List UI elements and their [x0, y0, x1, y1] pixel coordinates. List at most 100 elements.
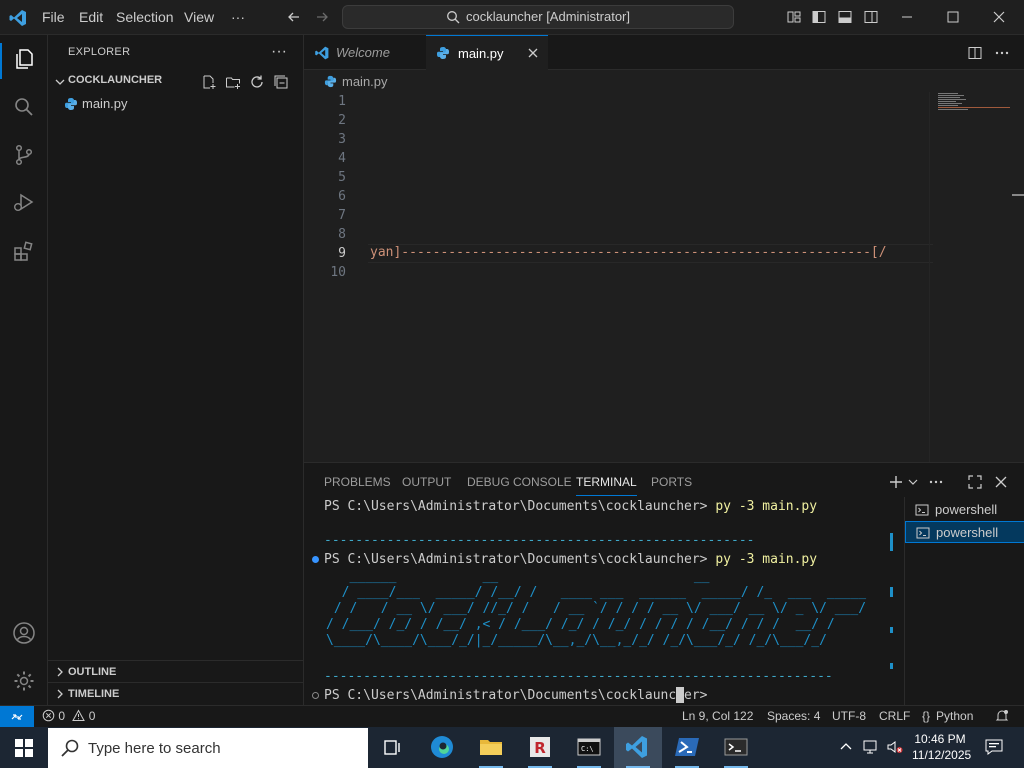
- volume-muted-icon[interactable]: [886, 739, 904, 755]
- close-window-icon[interactable]: [990, 8, 1008, 26]
- customize-layout-icon[interactable]: [786, 9, 802, 25]
- forward-arrow-icon[interactable]: [314, 9, 330, 25]
- terminal-scrollbar[interactable]: [889, 503, 895, 703]
- tab-label: main.py: [458, 46, 504, 61]
- terminal-item[interactable]: powershell: [905, 499, 1024, 521]
- refresh-icon[interactable]: [249, 74, 265, 90]
- problems-indicator[interactable]: 0 0: [42, 709, 95, 723]
- code-editor[interactable]: 1 2 3 4 5 6 7 8 9 10 yan]---------------…: [304, 92, 1024, 462]
- sidebar-more-button[interactable]: ···: [271, 43, 287, 61]
- menu-more[interactable]: ···: [231, 9, 245, 25]
- new-terminal-icon[interactable]: [888, 474, 904, 490]
- end-of-line[interactable]: CRLF: [879, 709, 910, 723]
- terminal-item-selected[interactable]: powershell: [905, 521, 1024, 543]
- minimize-icon[interactable]: [898, 8, 916, 26]
- chevron-down-icon[interactable]: [905, 474, 921, 490]
- tab-ports[interactable]: PORTS: [651, 475, 692, 489]
- vscode-app[interactable]: [614, 727, 662, 768]
- split-editor-icon[interactable]: [967, 45, 983, 61]
- outline-section[interactable]: OUTLINE: [48, 660, 304, 682]
- indentation[interactable]: Spaces: 4: [767, 709, 820, 723]
- activity-source-control[interactable]: [0, 135, 48, 175]
- files-icon: [16, 49, 33, 69]
- action-center-icon[interactable]: [984, 737, 1004, 757]
- roblox-app[interactable]: R: [516, 727, 564, 768]
- line-number: 10: [330, 265, 346, 280]
- chevron-right-icon: [57, 667, 63, 677]
- close-panel-icon[interactable]: [993, 474, 1009, 490]
- command-center[interactable]: cocklauncher [Administrator]: [342, 5, 734, 29]
- tab-debug-console[interactable]: DEBUG CONSOLE: [467, 475, 572, 489]
- notifications-icon[interactable]: [995, 709, 1009, 723]
- bottom-panel: PROBLEMS OUTPUT DEBUG CONSOLE TERMINAL P…: [304, 462, 1024, 706]
- activity-accounts[interactable]: [0, 613, 48, 653]
- more-actions-icon[interactable]: [928, 474, 944, 490]
- edge-app[interactable]: [418, 727, 466, 768]
- tab-main-py[interactable]: main.py: [426, 35, 548, 71]
- run-debug-icon: [14, 193, 34, 211]
- edge-icon: [431, 736, 453, 758]
- chevron-down-icon: [55, 79, 65, 85]
- start-button[interactable]: [0, 727, 48, 768]
- editor-scrollbar[interactable]: [1010, 92, 1024, 462]
- remote-indicator[interactable]: [0, 706, 34, 728]
- close-icon[interactable]: [526, 46, 540, 60]
- cursor-position[interactable]: Ln 9, Col 122: [682, 709, 753, 723]
- activity-manage[interactable]: [0, 661, 48, 701]
- terminal-icon: [915, 504, 929, 516]
- tab-output[interactable]: OUTPUT: [402, 475, 451, 489]
- activity-extensions[interactable]: [0, 231, 48, 271]
- status-bar: 0 0 Ln 9, Col 122 Spaces: 4 UTF-8 CRLF {…: [0, 705, 1024, 728]
- taskbar-search[interactable]: Type here to search: [48, 728, 368, 768]
- system-clock[interactable]: 10:46 PM 11/12/2025: [912, 731, 971, 763]
- tab-problems[interactable]: PROBLEMS: [324, 475, 391, 489]
- language-mode[interactable]: {} Python: [922, 709, 973, 723]
- tab-welcome[interactable]: Welcome: [304, 35, 426, 70]
- breadcrumb-file: main.py: [342, 74, 388, 89]
- network-icon[interactable]: [862, 739, 880, 755]
- powershell-app[interactable]: [663, 727, 711, 768]
- tab-terminal[interactable]: TERMINAL: [576, 475, 637, 496]
- menu-file[interactable]: File: [42, 9, 65, 25]
- breadcrumb[interactable]: main.py: [304, 70, 1024, 92]
- toggle-panel-icon[interactable]: [837, 9, 853, 25]
- menu-edit[interactable]: Edit: [79, 9, 103, 25]
- collapse-all-icon[interactable]: [273, 74, 289, 90]
- back-arrow-icon[interactable]: [286, 9, 302, 25]
- gear-icon: [14, 671, 34, 691]
- code-line: yan]------------------------------------…: [370, 245, 887, 260]
- maximize-panel-icon[interactable]: [967, 474, 983, 490]
- more-actions-icon[interactable]: [994, 45, 1010, 61]
- menu-view[interactable]: View: [184, 9, 214, 25]
- powershell-icon: [675, 738, 699, 756]
- scrollbar-marker: [890, 663, 893, 669]
- new-file-icon[interactable]: [201, 74, 217, 90]
- terminal-output-dashes: ----------------------------------------…: [324, 669, 833, 684]
- task-view-button[interactable]: [368, 727, 416, 768]
- chevron-up-icon[interactable]: [838, 739, 854, 755]
- command-prompt-icon: C:\: [577, 738, 601, 756]
- terminal-cursor: [676, 687, 684, 703]
- cmd-app[interactable]: C:\: [565, 727, 613, 768]
- menu-selection[interactable]: Selection: [116, 9, 174, 25]
- folder-row[interactable]: COCKLAUNCHER: [48, 71, 304, 93]
- line-number: 7: [338, 208, 346, 223]
- new-folder-icon[interactable]: [225, 74, 241, 90]
- activity-search[interactable]: [0, 87, 48, 127]
- file-explorer-app[interactable]: [467, 727, 515, 768]
- extensions-icon: [14, 241, 33, 261]
- toggle-secondary-sidebar-icon[interactable]: [863, 9, 879, 25]
- terminal-prompt: PS C:\Users\Administrator\Documents\cock…: [324, 499, 708, 514]
- terminal[interactable]: PS C:\Users\Administrator\Documents\cock…: [304, 499, 894, 706]
- activity-run-debug[interactable]: [0, 183, 48, 223]
- activity-explorer[interactable]: [0, 39, 48, 79]
- timeline-section[interactable]: TIMELINE: [48, 682, 304, 704]
- maximize-icon[interactable]: [944, 8, 962, 26]
- source-control-icon: [15, 144, 33, 166]
- toggle-sidebar-icon[interactable]: [811, 9, 827, 25]
- terminal-app[interactable]: [712, 727, 760, 768]
- error-count: 0: [58, 709, 66, 723]
- encoding[interactable]: UTF-8: [832, 709, 866, 723]
- minimap[interactable]: [929, 92, 1010, 462]
- file-item-main-py[interactable]: main.py: [48, 93, 304, 115]
